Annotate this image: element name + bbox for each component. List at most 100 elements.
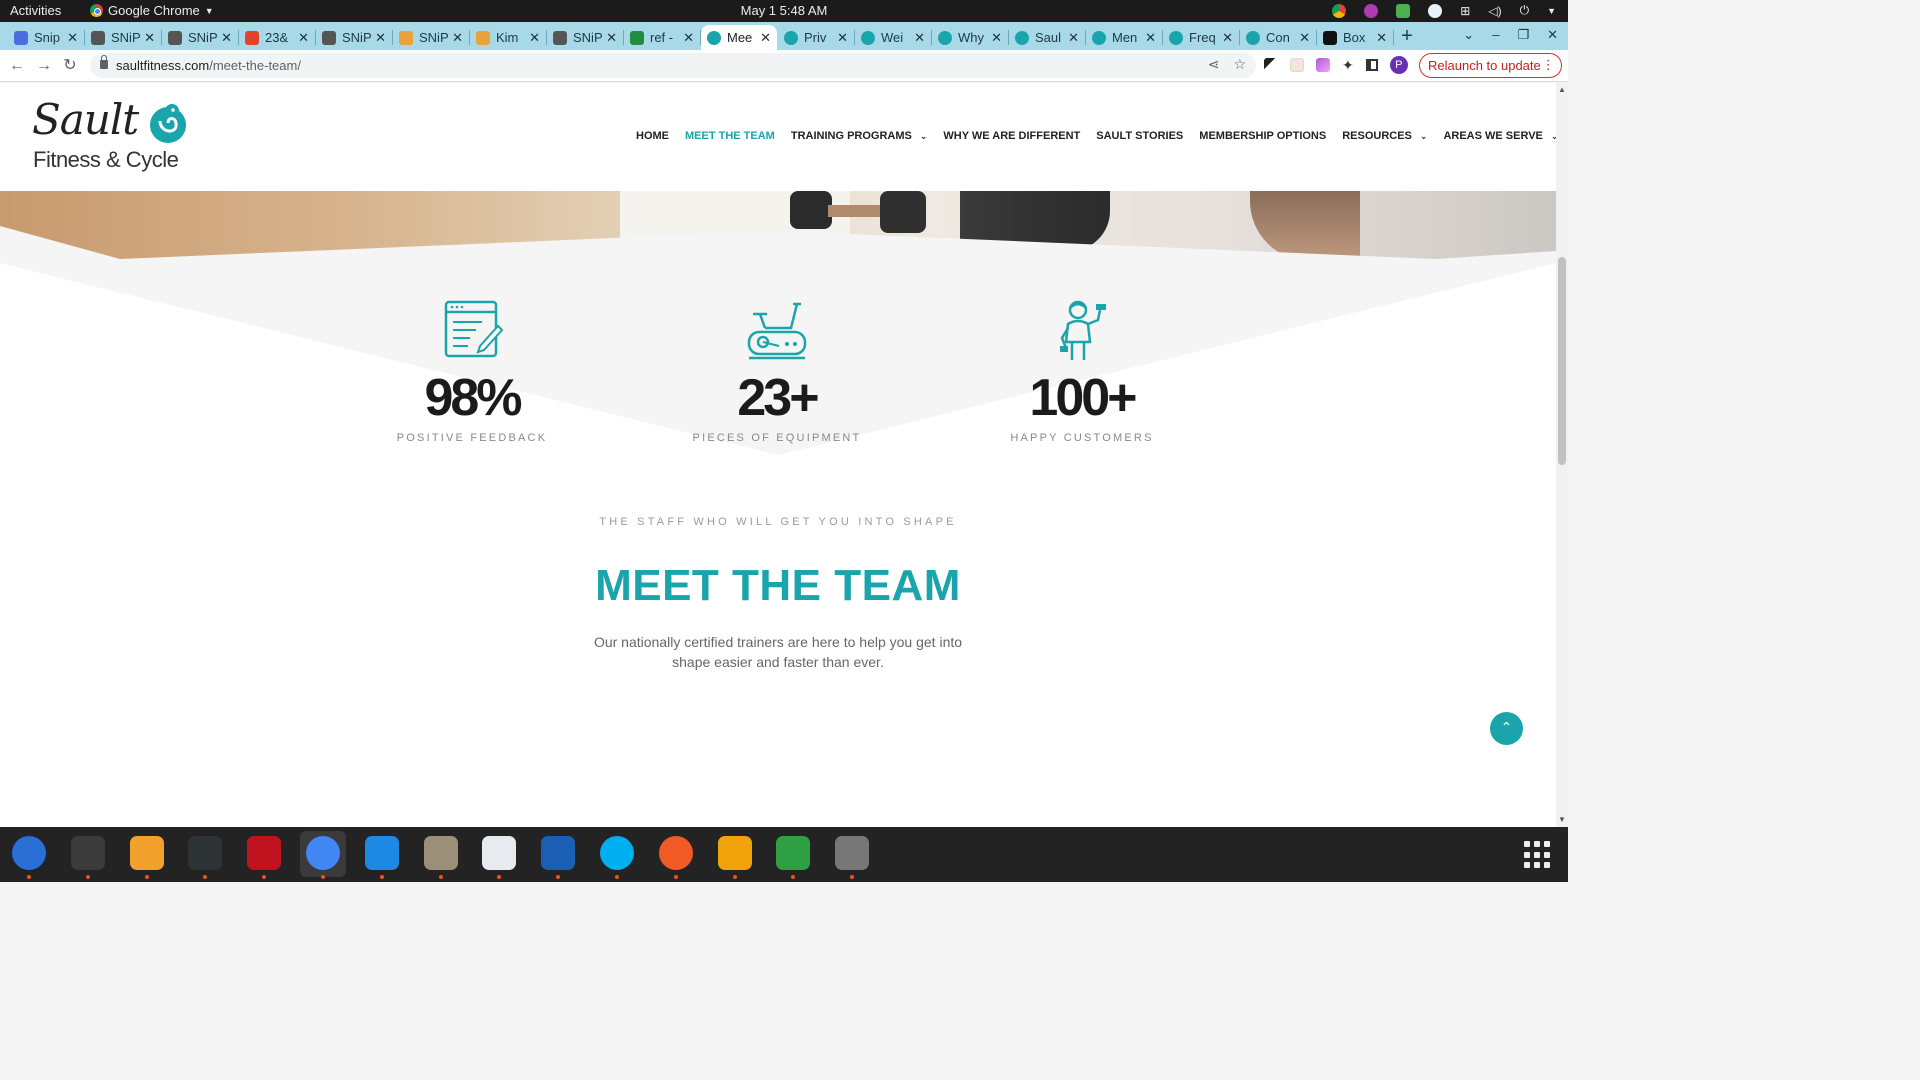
tab-close-icon[interactable]: ✕ xyxy=(529,30,540,46)
dock-item-skype[interactable] xyxy=(594,831,640,879)
dock-item-system-monitor[interactable] xyxy=(182,831,228,879)
dock-item-vscode[interactable] xyxy=(359,831,405,879)
tab-close-icon[interactable]: ✕ xyxy=(991,30,1002,46)
tab-close-icon[interactable]: ✕ xyxy=(1068,30,1079,46)
nav-item[interactable]: WHY WE ARE DIFFERENT xyxy=(943,130,1080,142)
dock-item-pencil-app[interactable] xyxy=(653,831,699,879)
tab-close-icon[interactable]: ✕ xyxy=(67,30,78,46)
dock-item-terminal[interactable] xyxy=(65,831,111,879)
caret-down-icon[interactable]: ▼ xyxy=(1547,6,1556,16)
browser-tab[interactable]: SNiP ✕ xyxy=(393,25,470,50)
colorpicker-tray-icon[interactable] xyxy=(1364,3,1379,18)
nav-item[interactable]: MEET THE TEAM xyxy=(685,130,775,142)
browser-tab[interactable]: 23& ✕ xyxy=(239,25,316,50)
tab-close-icon[interactable]: ✕ xyxy=(760,30,771,46)
chrome-tray-icon[interactable] xyxy=(1332,3,1347,18)
more-menu-icon[interactable]: ⋮ xyxy=(1542,57,1555,73)
close-window-button[interactable]: ✕ xyxy=(1547,27,1558,43)
power-icon[interactable]: ⏻ xyxy=(1520,3,1530,18)
browser-tab[interactable]: SNiP ✕ xyxy=(162,25,239,50)
feather-extension-icon[interactable] xyxy=(1316,58,1330,72)
sault-logo[interactable]: Sault Fitness & Cycle xyxy=(30,95,200,179)
chevron-down-icon[interactable]: ⌄ xyxy=(1420,131,1428,142)
browser-tab[interactable]: ref - ✕ xyxy=(624,25,701,50)
clock[interactable]: May 1 5:48 AM xyxy=(741,3,828,18)
page-scrollbar[interactable]: ▲ ▼ xyxy=(1556,83,1568,827)
side-panel-icon[interactable] xyxy=(1365,59,1378,71)
tab-close-icon[interactable]: ✕ xyxy=(452,30,463,46)
tab-close-icon[interactable]: ✕ xyxy=(1222,30,1233,46)
puzzle-extensions-icon[interactable]: ✦ xyxy=(1342,57,1354,74)
restore-button[interactable]: ❐ xyxy=(1517,27,1529,43)
calendar-extension-icon[interactable] xyxy=(1290,58,1304,72)
browser-tab[interactable]: SNiP ✕ xyxy=(316,25,393,50)
back-button[interactable]: ← xyxy=(6,55,28,77)
scrollbar-thumb[interactable] xyxy=(1558,257,1566,465)
browser-tab[interactable]: Men ✕ xyxy=(1086,25,1163,50)
browser-tab[interactable]: Con ✕ xyxy=(1240,25,1317,50)
nav-item[interactable]: MEMBERSHIP OPTIONS xyxy=(1199,130,1326,142)
bookmark-star-icon[interactable]: ☆ xyxy=(1233,56,1246,73)
network-icon[interactable]: ⊞ xyxy=(1460,4,1470,18)
chevron-down-icon[interactable]: ⌄ xyxy=(1551,131,1556,142)
browser-tab[interactable]: SNiP ✕ xyxy=(547,25,624,50)
tab-close-icon[interactable]: ✕ xyxy=(606,30,617,46)
tab-close-icon[interactable]: ✕ xyxy=(298,30,309,46)
app-menu[interactable]: Google Chrome ▼ xyxy=(90,3,214,18)
browser-tab[interactable]: Freq ✕ xyxy=(1163,25,1240,50)
browser-tab[interactable]: Saul ✕ xyxy=(1009,25,1086,50)
forward-button[interactable]: → xyxy=(33,55,55,77)
address-bar[interactable]: saultfitness.com/meet-the-team/ ⋖ ☆ xyxy=(90,53,1256,78)
browser-tab[interactable]: Box ✕ xyxy=(1317,25,1394,50)
browser-tab[interactable]: Why ✕ xyxy=(932,25,1009,50)
scroll-down-arrow-icon[interactable]: ▼ xyxy=(1558,815,1566,824)
dock-item-calculator[interactable] xyxy=(124,831,170,879)
tab-search-button[interactable]: ⌄ xyxy=(1463,27,1474,43)
browser-tab[interactable]: Snip ✕ xyxy=(8,25,85,50)
tab-close-icon[interactable]: ✕ xyxy=(1145,30,1156,46)
tab-close-icon[interactable]: ✕ xyxy=(683,30,694,46)
nav-item[interactable]: SAULT STORIES xyxy=(1096,130,1183,142)
browser-tab[interactable]: Mee ✕ xyxy=(701,25,777,50)
dock-item-files[interactable] xyxy=(418,831,464,879)
tab-close-icon[interactable]: ✕ xyxy=(375,30,386,46)
nav-item[interactable]: TRAINING PROGRAMS ⌄ xyxy=(791,130,928,142)
scroll-up-arrow-icon[interactable]: ▲ xyxy=(1558,85,1566,94)
dock-item-thunderbird[interactable] xyxy=(6,831,52,879)
profile-avatar[interactable]: P xyxy=(1389,56,1408,74)
tab-close-icon[interactable]: ✕ xyxy=(144,30,155,46)
tab-close-icon[interactable]: ✕ xyxy=(914,30,925,46)
dock-item-burner-app[interactable] xyxy=(712,831,758,879)
chevron-down-icon[interactable]: ⌄ xyxy=(920,131,928,142)
checkmark-tray-icon[interactable] xyxy=(1396,3,1411,18)
volume-icon[interactable]: ◁) xyxy=(1488,4,1501,18)
dock-item-chrome[interactable] xyxy=(300,831,346,879)
tab-close-icon[interactable]: ✕ xyxy=(1299,30,1310,46)
new-tab-button[interactable]: + xyxy=(1397,25,1417,48)
tab-close-icon[interactable]: ✕ xyxy=(837,30,848,46)
dock-item-libreoffice-writer[interactable] xyxy=(535,831,581,879)
x-tray-icon[interactable] xyxy=(1428,3,1443,18)
dock-item-filezilla[interactable] xyxy=(241,831,287,879)
dock-item-libreoffice-calc[interactable] xyxy=(770,831,816,879)
minimize-button[interactable]: – xyxy=(1492,27,1499,43)
browser-tab[interactable]: SNiP ✕ xyxy=(85,25,162,50)
nav-item[interactable]: RESOURCES ⌄ xyxy=(1342,130,1427,142)
browser-tab[interactable]: Wei ✕ xyxy=(855,25,932,50)
url-text[interactable]: saultfitness.com/meet-the-team/ xyxy=(116,58,301,73)
lock-icon[interactable] xyxy=(100,55,108,69)
tab-close-icon[interactable]: ✕ xyxy=(1376,30,1387,46)
share-icon[interactable]: ⋖ xyxy=(1208,56,1220,73)
dock-item-text-editor[interactable] xyxy=(476,831,522,879)
dock-item-disks[interactable] xyxy=(829,831,875,879)
tab-close-icon[interactable]: ✕ xyxy=(221,30,232,46)
show-applications-button[interactable] xyxy=(1524,841,1552,869)
nav-item[interactable]: AREAS WE SERVE ⌄ xyxy=(1443,130,1556,142)
eyedropper-extension-icon[interactable] xyxy=(1264,58,1278,72)
reload-button[interactable]: ↻ xyxy=(59,55,81,77)
back-to-top-button[interactable]: ⌃ xyxy=(1490,712,1523,745)
browser-tab[interactable]: Priv ✕ xyxy=(778,25,855,50)
nav-item[interactable]: HOME xyxy=(636,130,669,142)
activities-button[interactable]: Activities xyxy=(10,3,61,18)
browser-tab[interactable]: Kim ✕ xyxy=(470,25,547,50)
